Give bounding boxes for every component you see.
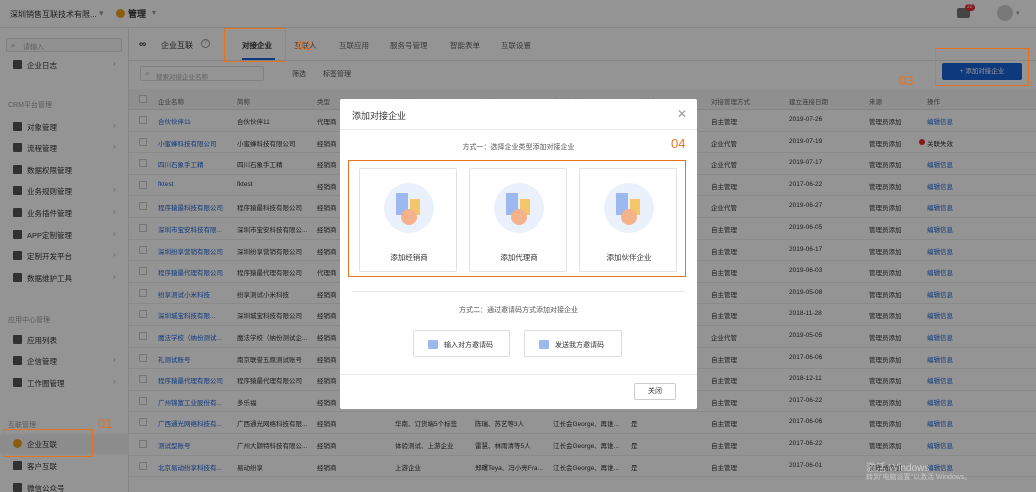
way-two-label: 方式二：通过邀请码方式添加对接企业 xyxy=(459,307,578,314)
annotation-box-04 xyxy=(348,160,686,277)
modal-title: 添加对接企业 xyxy=(352,111,407,121)
annotation-label-03: 03 xyxy=(899,73,914,88)
input-invite-code-button[interactable]: 输入对方邀请码 xyxy=(413,330,510,357)
annotation-box-02 xyxy=(224,28,286,62)
annotation-label-02: 02 xyxy=(297,38,312,53)
divider xyxy=(352,291,685,292)
close-icon[interactable]: ✕ xyxy=(677,107,687,121)
annotation-box-01 xyxy=(3,429,93,457)
way-one-label: 方式一：选择企业类型添加对接企业 xyxy=(462,144,575,151)
annotation-label-01: 01 xyxy=(98,416,113,431)
windows-watermark-sub: 转到"电脑设置"以激活 Windows。 xyxy=(866,474,972,481)
envelope-icon xyxy=(539,340,549,349)
annotation-label-04: 04 xyxy=(671,136,686,151)
send-invite-code-button[interactable]: 发送我方邀请码 xyxy=(524,330,622,357)
divider xyxy=(340,129,697,130)
close-button[interactable]: 关闭 xyxy=(634,383,676,400)
divider xyxy=(340,374,697,375)
grid-icon xyxy=(428,340,438,349)
annotation-box-03 xyxy=(935,48,1029,86)
